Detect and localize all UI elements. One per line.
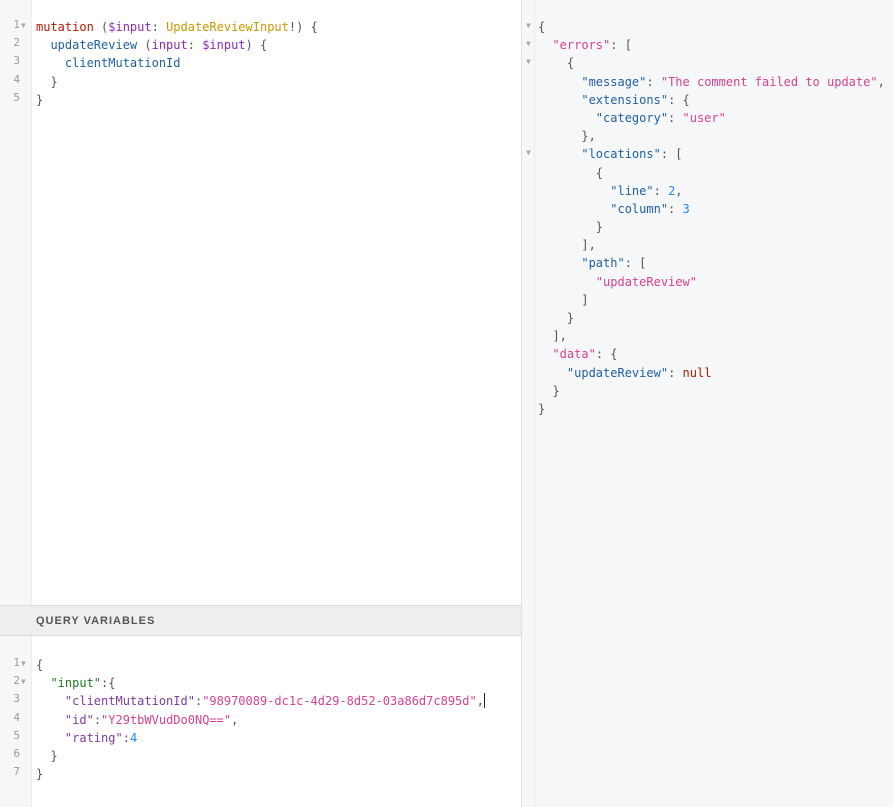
query-code[interactable]: mutation ($input: UpdateReviewInput!) { …	[36, 18, 318, 109]
code-line: }	[595, 220, 604, 235]
fold-arrow-icon[interactable]: ▼	[21, 659, 26, 668]
line-number: 4	[13, 72, 20, 86]
line-number: 2	[13, 36, 20, 50]
code-line: {	[595, 165, 604, 180]
code-line: clientMutationId	[64, 56, 181, 71]
code-line: "clientMutationId":"98970089-dc1c-4d29-8…	[64, 693, 485, 709]
line-number: 6	[13, 747, 20, 760]
line-number: 1	[13, 18, 20, 31]
line-number: 2	[13, 674, 20, 688]
code-line: }	[36, 92, 44, 107]
line-number: 5	[13, 728, 20, 742]
code-line: "input":{	[50, 676, 116, 691]
result-gutter	[522, 0, 535, 807]
code-line: "path": [	[581, 256, 647, 271]
line-number: 3	[13, 54, 20, 68]
result-viewer-pane[interactable]: ▼ ▼ ▼ ▼ { "errors": [ { "message": "The …	[522, 0, 893, 807]
code-line: "id":"Y29tbWVudDo0NQ==",	[64, 712, 239, 727]
code-line: },	[581, 129, 596, 144]
code-line: updateReview (input: $input) {	[50, 38, 268, 53]
code-line: {	[566, 56, 575, 71]
code-line: }	[50, 748, 58, 763]
code-line: {	[36, 658, 44, 672]
result-code: { "errors": [ { "message": "The comment …	[538, 18, 885, 418]
code-line: "rating":4	[64, 730, 138, 745]
fold-arrow-icon[interactable]: ▼	[526, 39, 531, 48]
code-line: {	[538, 20, 546, 34]
fold-arrow-icon[interactable]: ▼	[526, 21, 531, 30]
code-line: }	[538, 401, 546, 416]
code-line: "column": 3	[610, 201, 690, 216]
line-number: 1	[13, 656, 20, 669]
code-line: "locations": [	[581, 147, 683, 162]
query-variables-header[interactable]: QUERY VARIABLES	[0, 605, 521, 636]
code-line: "updateReview": null	[566, 365, 712, 380]
code-line: "errors": [	[552, 38, 632, 53]
code-line: ],	[552, 329, 567, 344]
line-number: 3	[13, 692, 20, 706]
line-number: 4	[13, 710, 20, 724]
fold-arrow-icon[interactable]: ▼	[526, 57, 531, 66]
code-line: }	[50, 74, 58, 89]
fold-arrow-icon[interactable]: ▼	[21, 677, 26, 686]
code-line: }	[552, 383, 560, 398]
code-line: ]	[581, 292, 589, 307]
fold-arrow-icon[interactable]: ▼	[21, 21, 26, 30]
code-line: "message": "The comment failed to update…	[581, 74, 885, 89]
code-line: "line": 2,	[610, 183, 683, 198]
query-variables-title: QUERY VARIABLES	[36, 615, 156, 627]
code-line: }	[36, 767, 44, 782]
code-line: "extensions": {	[581, 92, 690, 107]
code-line: "updateReview"	[595, 274, 697, 289]
code-line: ],	[581, 238, 596, 253]
line-number: 7	[13, 765, 20, 779]
code-line: "category": "user"	[595, 110, 726, 125]
code-line: mutation ($input: UpdateReviewInput!) {	[36, 20, 318, 34]
line-number: 5	[13, 90, 20, 104]
fold-arrow-icon[interactable]: ▼	[526, 148, 531, 157]
variables-code[interactable]: { "input":{ "clientMutationId":"98970089…	[36, 656, 485, 783]
code-line: }	[566, 311, 575, 325]
text-cursor	[483, 693, 485, 709]
code-line: "data": {	[552, 347, 618, 362]
query-editor-pane[interactable]: 1 2 3 4 5 ▼ mutation ($input: UpdateRevi…	[0, 0, 521, 807]
